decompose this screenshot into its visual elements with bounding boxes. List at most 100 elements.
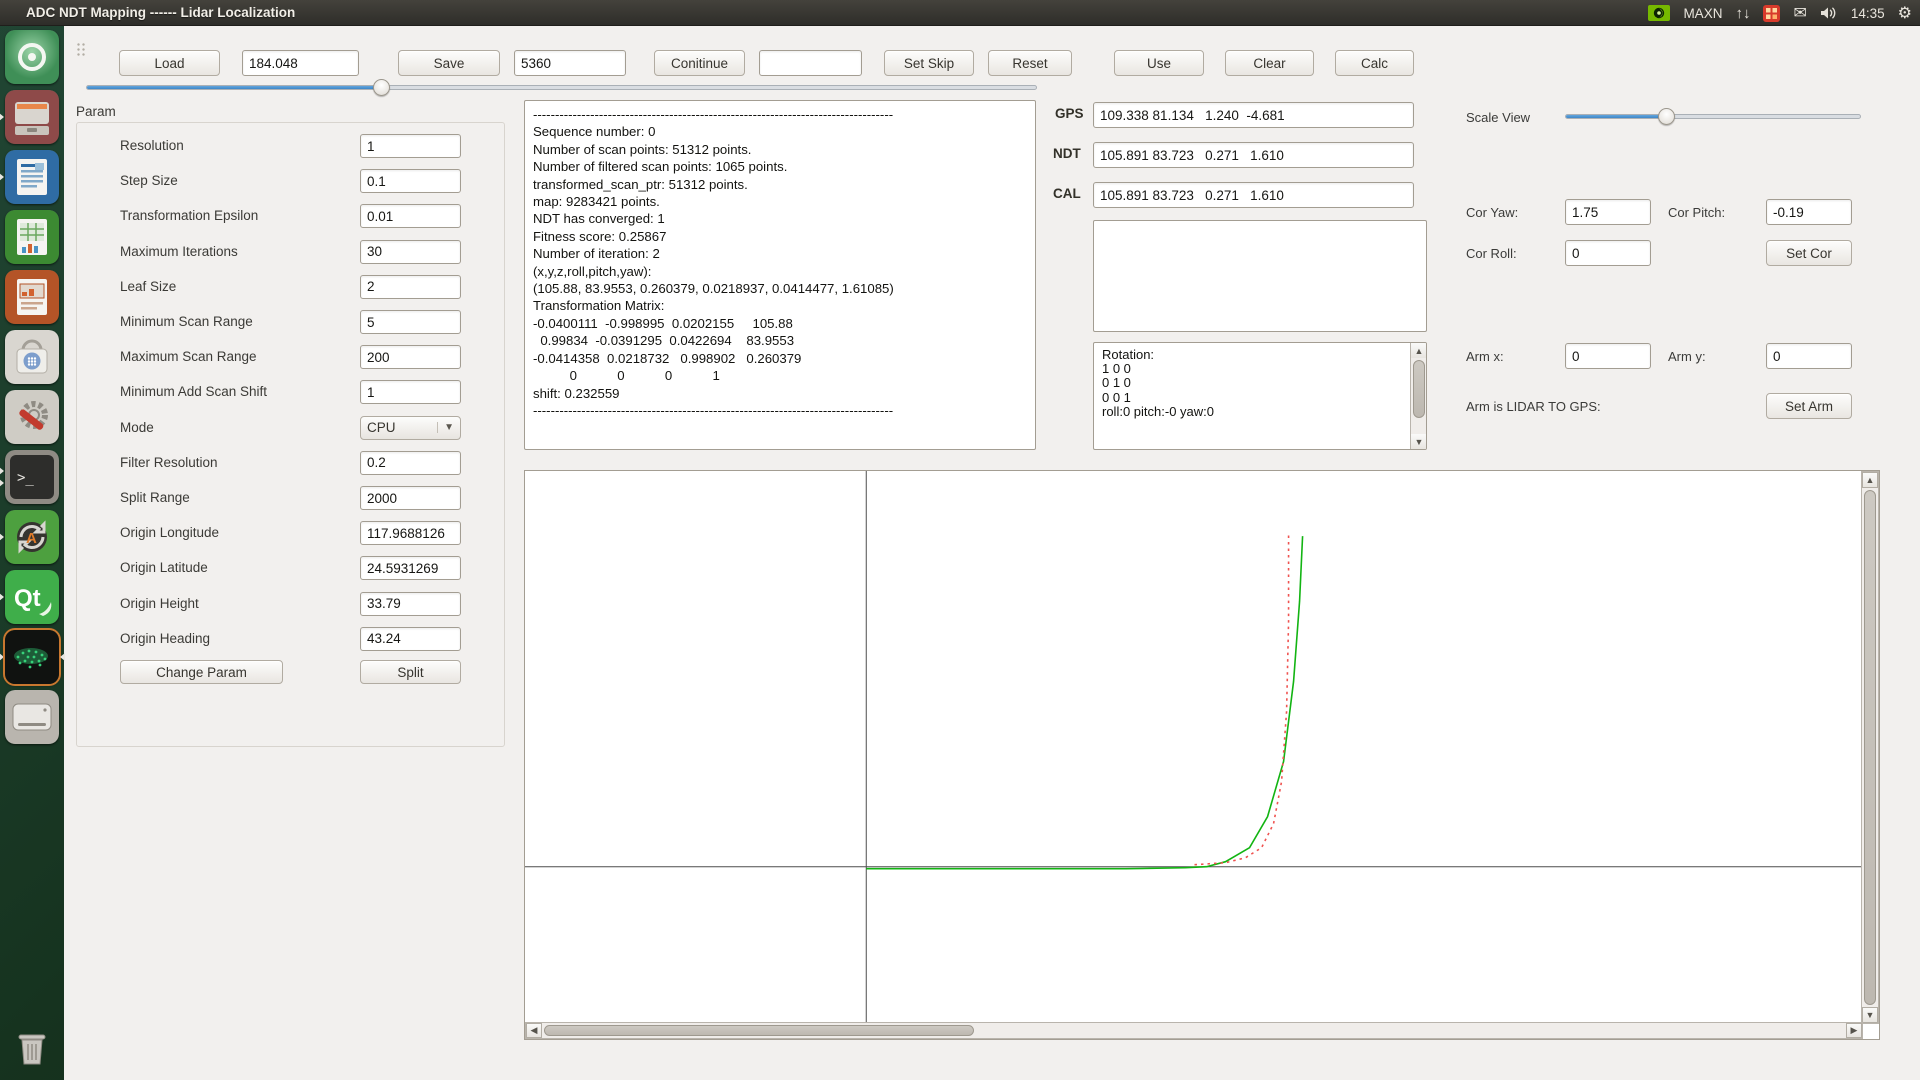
- scale-view-slider[interactable]: [1565, 114, 1861, 119]
- desktop: ADC NDT Mapping ------ Lidar Localizatio…: [0, 0, 1920, 1080]
- arm-y-input[interactable]: [1766, 343, 1852, 369]
- maximum-iterations-input[interactable]: [360, 240, 461, 264]
- svg-text:A: A: [26, 530, 37, 547]
- rotation-box[interactable]: Rotation: 1 0 0 0 1 0 0 0 1 roll:0 pitch…: [1093, 342, 1427, 450]
- rotation-scroll-thumb[interactable]: [1413, 360, 1425, 418]
- plot-canvas[interactable]: [525, 471, 1862, 1023]
- origin-latitude-label: Origin Latitude: [120, 560, 208, 575]
- cor-yaw-input[interactable]: [1565, 199, 1651, 225]
- plot-scroll-down-icon[interactable]: ▼: [1862, 1007, 1878, 1023]
- dock-item-files[interactable]: [5, 90, 59, 144]
- cor-roll-input[interactable]: [1565, 240, 1651, 266]
- dock-item-terminal[interactable]: >_: [5, 450, 59, 504]
- session-gear-icon[interactable]: ⚙: [1898, 3, 1912, 23]
- param-row: Filter Resolution: [77, 451, 504, 475]
- dock-item-software-center[interactable]: [5, 330, 59, 384]
- dock-item-libreoffice-writer[interactable]: [5, 150, 59, 204]
- volume-icon[interactable]: [1820, 6, 1838, 20]
- rotation-scroll-down-icon[interactable]: ▼: [1411, 434, 1427, 449]
- cor-pitch-input[interactable]: [1766, 199, 1852, 225]
- dock-item-qt-creator[interactable]: Qt: [5, 570, 59, 624]
- toolbar-grip-handle[interactable]: [76, 42, 86, 56]
- plot-red-trajectory: [1195, 534, 1289, 865]
- clear-button[interactable]: Clear: [1225, 50, 1314, 76]
- dock-item-libreoffice-impress[interactable]: [5, 270, 59, 324]
- plot-vscroll-thumb[interactable]: [1864, 490, 1876, 1005]
- lidar-viewer-icon: [5, 630, 59, 684]
- running-indicator-icon: [0, 113, 4, 121]
- dock-item-lidar-viewer[interactable]: [5, 630, 59, 684]
- origin-longitude-input[interactable]: [360, 521, 461, 545]
- save-button[interactable]: Save: [398, 50, 500, 76]
- cor-yaw-label: Cor Yaw:: [1466, 205, 1518, 220]
- cal-label: CAL: [1053, 186, 1081, 201]
- mode-select[interactable]: CPU▼: [360, 416, 461, 440]
- filter-resolution-label: Filter Resolution: [120, 455, 218, 470]
- load-button[interactable]: Load: [119, 50, 220, 76]
- plot-scroll-right-icon[interactable]: ▶: [1846, 1023, 1862, 1038]
- set-cor-button[interactable]: Set Cor: [1766, 240, 1852, 266]
- plot-scroll-up-icon[interactable]: ▲: [1862, 472, 1878, 488]
- mode-label: Mode: [120, 420, 154, 435]
- plot-hscroll-thumb[interactable]: [544, 1025, 974, 1036]
- filter-resolution-input[interactable]: [360, 451, 461, 475]
- param-row: Maximum Iterations: [77, 240, 504, 264]
- cal-value-input[interactable]: [1093, 182, 1414, 208]
- rotation-scrollbar[interactable]: ▲ ▼: [1410, 343, 1426, 449]
- dock-item-libreoffice-calc[interactable]: [5, 210, 59, 264]
- use-button[interactable]: Use: [1114, 50, 1204, 76]
- transformation-epsilon-input[interactable]: [360, 204, 461, 228]
- step-size-input[interactable]: [360, 169, 461, 193]
- origin-heading-input[interactable]: [360, 627, 461, 651]
- split-range-input[interactable]: [360, 486, 461, 510]
- set-skip-button[interactable]: Set Skip: [884, 50, 974, 76]
- rotation-scroll-up-icon[interactable]: ▲: [1411, 343, 1427, 358]
- origin-longitude-label: Origin Longitude: [120, 525, 219, 540]
- param-row: Origin Height: [77, 592, 504, 616]
- minimum-scan-range-input[interactable]: [360, 310, 461, 334]
- split-range-label: Split Range: [120, 490, 190, 505]
- origin-latitude-input[interactable]: [360, 556, 461, 580]
- scale-view-slider-handle[interactable]: [1658, 108, 1675, 125]
- arm-x-input[interactable]: [1565, 343, 1651, 369]
- plot-vscrollbar[interactable]: ▲ ▼: [1861, 471, 1879, 1024]
- dock-item-trash[interactable]: [5, 1020, 59, 1074]
- network-arrows-icon[interactable]: ↑↓: [1735, 5, 1750, 22]
- origin-height-input[interactable]: [360, 592, 461, 616]
- plot-hscrollbar[interactable]: ◀ ▶: [525, 1022, 1863, 1039]
- plot-scroll-left-icon[interactable]: ◀: [526, 1023, 542, 1038]
- system-settings-icon: [5, 390, 59, 444]
- dock-item-disk[interactable]: [5, 690, 59, 744]
- timeline-slider[interactable]: [86, 85, 1037, 90]
- load-value-input[interactable]: [242, 50, 359, 76]
- log-output[interactable]: ----------------------------------------…: [524, 100, 1036, 450]
- leaf-size-input[interactable]: [360, 275, 461, 299]
- set-arm-button[interactable]: Set Arm: [1766, 393, 1852, 419]
- origin-heading-label: Origin Heading: [120, 631, 210, 646]
- resolution-input[interactable]: [360, 134, 461, 158]
- mail-icon[interactable]: ✉: [1793, 3, 1806, 23]
- nvidia-mode-label[interactable]: MAXN: [1683, 6, 1722, 21]
- trash-icon: [5, 1020, 59, 1074]
- gps-label: GPS: [1055, 106, 1084, 121]
- dock-item-dash-home[interactable]: [5, 30, 59, 84]
- clock[interactable]: 14:35: [1851, 6, 1885, 21]
- gps-value-input[interactable]: [1093, 102, 1414, 128]
- dock-item-system-settings[interactable]: [5, 390, 59, 444]
- nvidia-icon[interactable]: [1648, 5, 1670, 21]
- fcitx-icon[interactable]: [1763, 5, 1780, 22]
- split-button[interactable]: Split: [360, 660, 461, 684]
- continue-button[interactable]: Conitinue: [654, 50, 745, 76]
- timeline-slider-handle[interactable]: [373, 79, 390, 96]
- scale-view-slider-fill: [1566, 115, 1666, 118]
- minimum-add-scan-shift-input[interactable]: [360, 380, 461, 404]
- dock-item-software-updater[interactable]: A: [5, 510, 59, 564]
- running-indicator-icon: [0, 173, 4, 181]
- reset-button[interactable]: Reset: [988, 50, 1072, 76]
- save-value-input[interactable]: [514, 50, 626, 76]
- ndt-value-input[interactable]: [1093, 142, 1414, 168]
- calc-button[interactable]: Calc: [1335, 50, 1414, 76]
- continue-value-input[interactable]: [759, 50, 862, 76]
- maximum-scan-range-input[interactable]: [360, 345, 461, 369]
- change-param-button[interactable]: Change Param: [120, 660, 283, 684]
